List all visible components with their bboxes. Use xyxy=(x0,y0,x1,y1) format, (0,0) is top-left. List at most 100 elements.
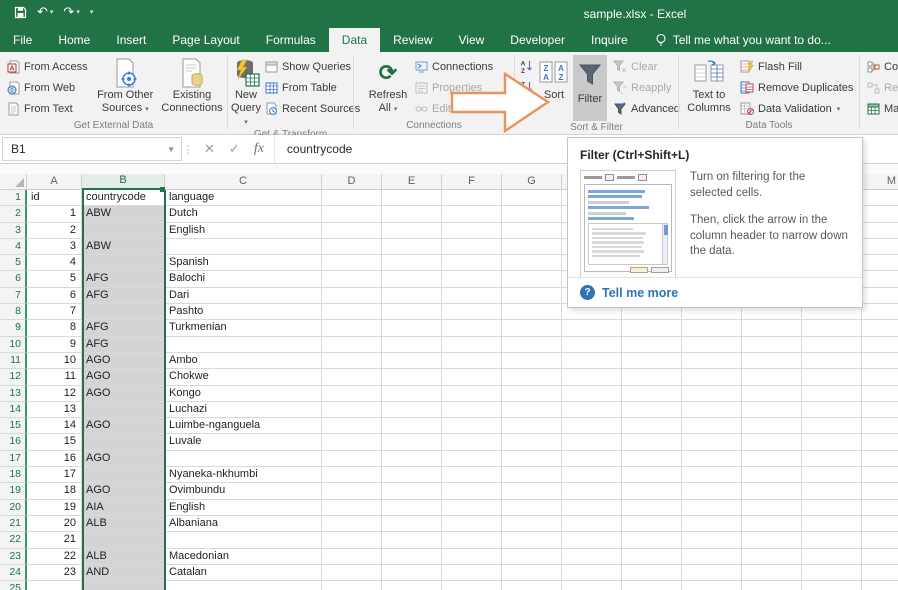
cell-G3[interactable] xyxy=(502,223,562,239)
cell-C6[interactable]: Balochi xyxy=(165,271,322,287)
cell-A12[interactable]: 11 xyxy=(27,369,82,385)
cell-F18[interactable] xyxy=(442,467,502,483)
cell-M7[interactable] xyxy=(862,288,898,304)
cell-M6[interactable] xyxy=(862,271,898,287)
remove-duplicates-button[interactable]: Remove Duplicates xyxy=(737,77,856,98)
row-header-19[interactable]: 19 xyxy=(0,483,27,499)
cell-A19[interactable]: 18 xyxy=(27,483,82,499)
cell-L25[interactable] xyxy=(802,581,862,590)
row-header-5[interactable]: 5 xyxy=(0,255,27,271)
cell-H19[interactable] xyxy=(562,483,622,499)
cell-M23[interactable] xyxy=(862,549,898,565)
cell-E23[interactable] xyxy=(382,549,442,565)
cell-G23[interactable] xyxy=(502,549,562,565)
cell-G6[interactable] xyxy=(502,271,562,287)
cell-C1[interactable]: language xyxy=(165,190,322,206)
tab-insert[interactable]: Insert xyxy=(103,28,159,52)
cell-E2[interactable] xyxy=(382,206,442,222)
cell-G10[interactable] xyxy=(502,337,562,353)
cell-J9[interactable] xyxy=(682,320,742,336)
cell-C2[interactable]: Dutch xyxy=(165,206,322,222)
column-header-E[interactable]: E xyxy=(382,174,442,190)
cell-B2[interactable]: ABW xyxy=(82,206,165,222)
cell-G8[interactable] xyxy=(502,304,562,320)
cell-F8[interactable] xyxy=(442,304,502,320)
cell-M10[interactable] xyxy=(862,337,898,353)
cell-M9[interactable] xyxy=(862,320,898,336)
cell-J16[interactable] xyxy=(682,434,742,450)
cell-G22[interactable] xyxy=(502,532,562,548)
cancel-entry-icon[interactable]: ✕ xyxy=(204,141,215,157)
cell-B1[interactable]: countrycode xyxy=(82,190,165,206)
row-header-16[interactable]: 16 xyxy=(0,434,27,450)
cell-M15[interactable] xyxy=(862,418,898,434)
cell-B8[interactable] xyxy=(82,304,165,320)
cell-A5[interactable]: 4 xyxy=(27,255,82,271)
cell-L15[interactable] xyxy=(802,418,862,434)
cell-F9[interactable] xyxy=(442,320,502,336)
cell-C10[interactable] xyxy=(165,337,322,353)
cell-D7[interactable] xyxy=(322,288,382,304)
cell-C16[interactable]: Luvale xyxy=(165,434,322,450)
cell-C4[interactable] xyxy=(165,239,322,255)
cell-L24[interactable] xyxy=(802,565,862,581)
tab-data[interactable]: Data xyxy=(329,28,380,52)
cell-D5[interactable] xyxy=(322,255,382,271)
cell-E22[interactable] xyxy=(382,532,442,548)
cell-E7[interactable] xyxy=(382,288,442,304)
cell-M13[interactable] xyxy=(862,386,898,402)
cell-K19[interactable] xyxy=(742,483,802,499)
cell-F19[interactable] xyxy=(442,483,502,499)
cell-G24[interactable] xyxy=(502,565,562,581)
cell-H21[interactable] xyxy=(562,516,622,532)
cell-F20[interactable] xyxy=(442,500,502,516)
cell-C5[interactable]: Spanish xyxy=(165,255,322,271)
cell-J23[interactable] xyxy=(682,549,742,565)
row-header-17[interactable]: 17 xyxy=(0,451,27,467)
name-box-dropdown-icon[interactable]: ▼ xyxy=(167,145,175,154)
cell-L18[interactable] xyxy=(802,467,862,483)
cell-B25[interactable] xyxy=(82,581,165,590)
recent-sources-button[interactable]: Recent Sources xyxy=(262,98,363,119)
cell-E24[interactable] xyxy=(382,565,442,581)
cell-D21[interactable] xyxy=(322,516,382,532)
cell-I19[interactable] xyxy=(622,483,682,499)
row-header-24[interactable]: 24 xyxy=(0,565,27,581)
cell-D25[interactable] xyxy=(322,581,382,590)
row-header-23[interactable]: 23 xyxy=(0,549,27,565)
name-box[interactable]: B1 ▼ xyxy=(2,137,182,161)
cell-C21[interactable]: Albaniana xyxy=(165,516,322,532)
row-header-21[interactable]: 21 xyxy=(0,516,27,532)
cell-F7[interactable] xyxy=(442,288,502,304)
cell-F25[interactable] xyxy=(442,581,502,590)
cell-D10[interactable] xyxy=(322,337,382,353)
cell-K9[interactable] xyxy=(742,320,802,336)
new-query-button[interactable]: New Query ▾ xyxy=(230,55,262,128)
cell-F23[interactable] xyxy=(442,549,502,565)
cell-F4[interactable] xyxy=(442,239,502,255)
cell-B17[interactable]: AGO xyxy=(82,451,165,467)
cell-B6[interactable]: AFG xyxy=(82,271,165,287)
cell-H23[interactable] xyxy=(562,549,622,565)
row-header-1[interactable]: 1 xyxy=(0,190,27,206)
cell-D13[interactable] xyxy=(322,386,382,402)
cell-C22[interactable] xyxy=(165,532,322,548)
cell-H22[interactable] xyxy=(562,532,622,548)
cell-B12[interactable]: AGO xyxy=(82,369,165,385)
cell-M14[interactable] xyxy=(862,402,898,418)
tab-review[interactable]: Review xyxy=(380,28,445,52)
cell-H16[interactable] xyxy=(562,434,622,450)
cell-M22[interactable] xyxy=(862,532,898,548)
cell-H18[interactable] xyxy=(562,467,622,483)
cell-D4[interactable] xyxy=(322,239,382,255)
advanced-filter-button[interactable]: Advanced xyxy=(610,98,683,119)
row-header-15[interactable]: 15 xyxy=(0,418,27,434)
cell-G1[interactable] xyxy=(502,190,562,206)
cell-B7[interactable]: AFG xyxy=(82,288,165,304)
cell-F15[interactable] xyxy=(442,418,502,434)
cell-F21[interactable] xyxy=(442,516,502,532)
cell-A8[interactable]: 7 xyxy=(27,304,82,320)
tell-me-box[interactable]: Tell me what you want to do... xyxy=(645,28,841,52)
cell-A11[interactable]: 10 xyxy=(27,353,82,369)
cell-D12[interactable] xyxy=(322,369,382,385)
